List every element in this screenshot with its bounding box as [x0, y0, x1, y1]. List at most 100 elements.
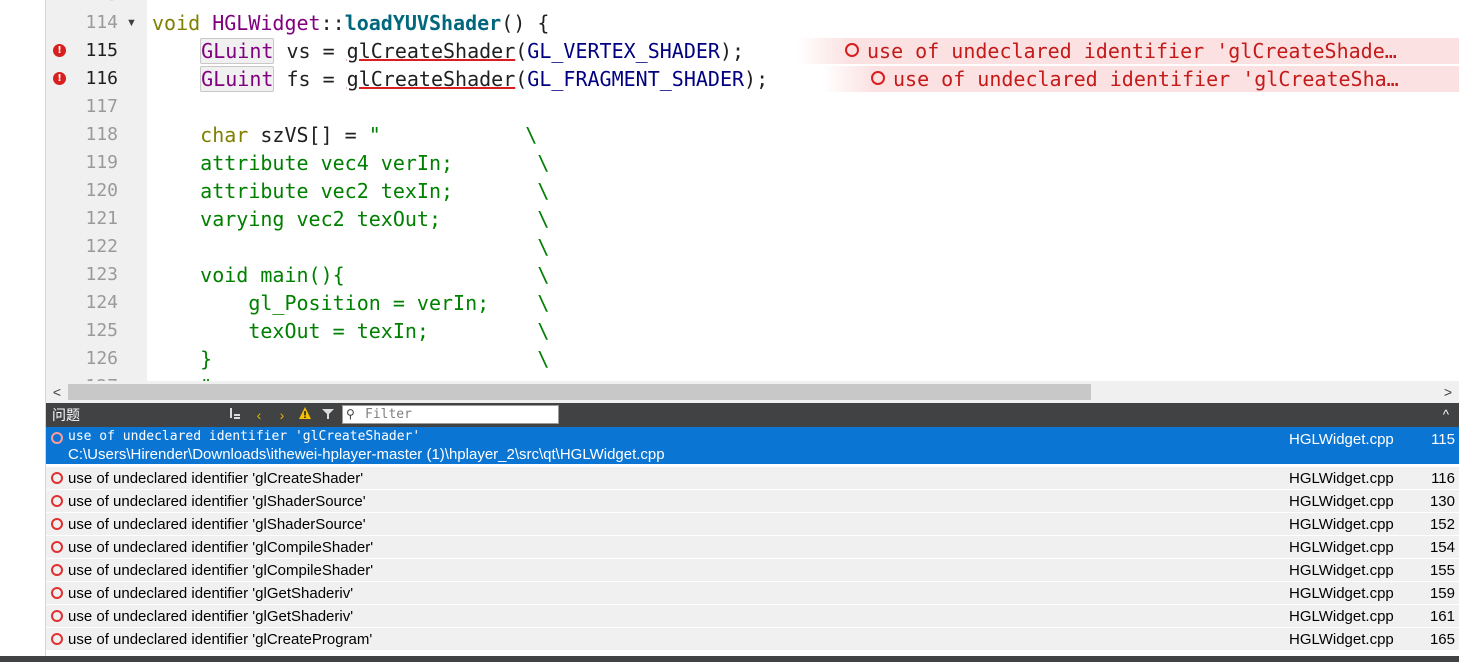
scroll-right-icon[interactable]: > — [1439, 381, 1457, 403]
error-circle-icon — [51, 610, 63, 622]
issue-line: 115 — [1431, 431, 1455, 448]
issue-row[interactable]: use of undeclared identifier 'glCompileS… — [46, 559, 1459, 582]
code-text: attribute vec4 verIn; \ — [152, 151, 550, 175]
line-number: 126 — [85, 348, 118, 369]
line-number: 114 — [85, 12, 118, 33]
code-line[interactable]: 127 " — [46, 373, 1459, 381]
issue-row[interactable]: use of undeclared identifier 'glCreateSh… — [46, 427, 1459, 465]
code-text: } \ — [152, 347, 550, 371]
error-circle-icon — [51, 495, 63, 507]
issue-description: use of undeclared identifier 'glGetShade… — [68, 608, 354, 625]
line-number: 119 — [85, 152, 118, 173]
error-circle-icon — [51, 541, 63, 553]
issues-pane-header: 问题 ‹ › ⚲ Filter ^ — [46, 403, 1459, 427]
code-text: gl_Position = verIn; \ — [152, 291, 550, 315]
filter-placeholder: Filter — [365, 407, 412, 422]
issue-row[interactable]: use of undeclared identifier 'glShaderSo… — [46, 490, 1459, 513]
code-line[interactable]: 114 ▼ void HGLWidget::loadYUVShader() { — [46, 9, 1459, 37]
code-line[interactable]: 117 — [46, 93, 1459, 121]
warning-filter-icon[interactable] — [296, 403, 314, 427]
search-icon: ⚲ — [346, 407, 355, 421]
issue-line: 155 — [1429, 562, 1455, 579]
code-line[interactable]: ! 116 GLuint fs = glCreateShader(GL_FRAG… — [46, 65, 1459, 93]
line-number: 121 — [85, 208, 118, 229]
line-number: 117 — [85, 96, 118, 117]
code-text: void HGLWidget::loadYUVShader() { — [152, 11, 550, 35]
code-line[interactable]: 121 varying vec2 texOut; \ — [46, 205, 1459, 233]
filter-funnel-icon[interactable] — [320, 403, 336, 427]
code-text: void main(){ \ — [152, 263, 550, 287]
error-circle-icon — [51, 587, 63, 599]
horizontal-scrollbar[interactable]: < > — [46, 381, 1459, 403]
issue-path: C:\Users\Hirender\Downloads\ithewei-hpla… — [68, 446, 665, 463]
issue-description: use of undeclared identifier 'glCreateSh… — [68, 429, 421, 444]
line-number: 113 — [58, 0, 118, 9]
code-text: char szVS[] = " \ — [200, 123, 538, 147]
issue-line: 165 — [1429, 631, 1455, 648]
issue-file: HGLWidget.cpp — [1289, 493, 1394, 510]
issue-row[interactable]: use of undeclared identifier 'glCreatePr… — [46, 628, 1459, 651]
issue-description: use of undeclared identifier 'glCreatePr… — [68, 631, 373, 648]
issue-file: HGLWidget.cpp — [1289, 431, 1394, 448]
issue-file: HGLWidget.cpp — [1289, 631, 1394, 648]
issue-line: 152 — [1429, 516, 1455, 533]
code-line[interactable]: 126 } \ — [46, 345, 1459, 373]
scrollbar-thumb[interactable] — [68, 384, 1091, 400]
error-circle-icon — [871, 71, 885, 85]
code-line[interactable]: 124 gl_Position = verIn; \ — [46, 289, 1459, 317]
issue-line: 161 — [1429, 608, 1455, 625]
code-text: attribute vec2 texIn; \ — [152, 179, 550, 203]
issue-description: use of undeclared identifier 'glGetShade… — [68, 585, 354, 602]
line-number: 123 — [85, 264, 118, 285]
line-number: 124 — [85, 292, 118, 313]
code-editor[interactable]: 113 114 ▼ void HGLWidget::loadYUVShader(… — [46, 0, 1459, 381]
code-line[interactable]: 120 attribute vec2 texIn; \ — [46, 177, 1459, 205]
error-circle-icon — [51, 633, 63, 645]
next-issue-icon[interactable]: › — [274, 403, 290, 427]
fold-arrow-icon[interactable]: ▼ — [126, 9, 137, 37]
issue-file: HGLWidget.cpp — [1289, 470, 1394, 487]
issue-description: use of undeclared identifier 'glCreateSh… — [68, 470, 364, 487]
scroll-left-icon[interactable]: < — [48, 381, 66, 403]
issue-description: use of undeclared identifier 'glShaderSo… — [68, 493, 366, 510]
code-text: varying vec2 texOut; \ — [152, 207, 550, 231]
issue-row[interactable]: use of undeclared identifier 'glGetShade… — [46, 582, 1459, 605]
line-number: 118 — [85, 124, 118, 145]
inline-diagnostic[interactable]: use of undeclared identifier 'glCreateSh… — [797, 38, 1459, 64]
line-number: 122 — [85, 236, 118, 257]
issue-row[interactable]: use of undeclared identifier 'glShaderSo… — [46, 513, 1459, 536]
line-number: 125 — [85, 320, 118, 341]
sort-icon[interactable] — [226, 403, 244, 427]
issue-file: HGLWidget.cpp — [1289, 539, 1394, 556]
error-circle-icon — [51, 518, 63, 530]
prev-issue-icon[interactable]: ‹ — [251, 403, 267, 427]
issue-line: 154 — [1429, 539, 1455, 556]
collapse-pane-icon[interactable]: ^ — [1443, 403, 1449, 427]
issue-row[interactable]: use of undeclared identifier 'glCompileS… — [46, 536, 1459, 559]
issues-list[interactable]: use of undeclared identifier 'glCreateSh… — [46, 427, 1459, 662]
code-text: " — [152, 373, 212, 381]
error-circle-icon — [51, 432, 63, 444]
code-line[interactable]: 113 — [46, 0, 1459, 9]
line-number: 116 — [85, 68, 118, 89]
inline-diagnostic[interactable]: use of undeclared identifier 'glCreateSh… — [823, 66, 1459, 92]
issue-file: HGLWidget.cpp — [1289, 608, 1394, 625]
code-line[interactable]: 118 char szVS[] = " \ — [46, 121, 1459, 149]
code-line[interactable]: 123 void main(){ \ — [46, 261, 1459, 289]
output-pane-bar — [0, 656, 1459, 662]
issue-file: HGLWidget.cpp — [1289, 585, 1394, 602]
code-line[interactable]: ! 115 GLuint vs = glCreateShader(GL_VERT… — [46, 37, 1459, 65]
issue-line: 130 — [1429, 493, 1455, 510]
code-text: \ — [152, 235, 550, 259]
code-line[interactable]: 119 attribute vec4 verIn; \ — [46, 149, 1459, 177]
code-line[interactable]: 122 \ — [46, 233, 1459, 261]
code-line[interactable]: 125 texOut = texIn; \ — [46, 317, 1459, 345]
line-number: 127 — [58, 373, 118, 381]
issue-row[interactable]: use of undeclared identifier 'glGetShade… — [46, 605, 1459, 628]
pane-title: 问题 — [52, 407, 80, 423]
issue-file: HGLWidget.cpp — [1289, 516, 1394, 533]
issue-row[interactable]: use of undeclared identifier 'glCreateSh… — [46, 467, 1459, 490]
left-mode-strip — [0, 0, 46, 662]
filter-input[interactable]: ⚲ Filter — [342, 405, 559, 424]
code-text: GLuint fs = glCreateShader(GL_FRAGMENT_S… — [200, 66, 769, 92]
